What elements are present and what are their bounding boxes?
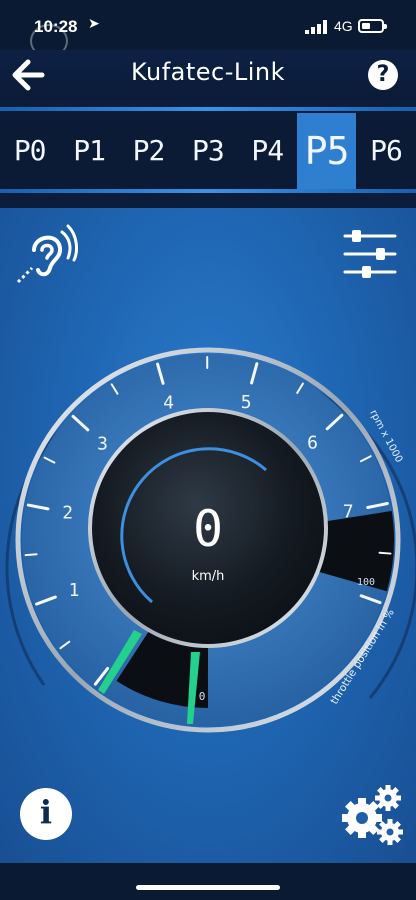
preset-bar-bottom-line	[0, 189, 416, 193]
throttle-max-label: 100	[357, 577, 375, 588]
preset-tab-p3[interactable]: P3	[178, 113, 237, 189]
throttle-min-label: 0	[199, 690, 206, 703]
gears-icon[interactable]	[336, 782, 406, 848]
hearing-icon[interactable]	[12, 220, 78, 286]
rpm-tick	[378, 551, 392, 555]
page-title: Kufatec-Link	[130, 58, 286, 86]
info-icon: i	[39, 793, 53, 831]
rpm-tick-label: 6	[307, 432, 318, 453]
preset-tabs: P0 P1 P2 P3 P4 P5 P6	[0, 113, 416, 189]
preset-bar: P0 P1 P2 P3 P4 P5 P6	[0, 100, 416, 208]
rpm-tick-label: 4	[163, 393, 174, 414]
preset-bar-top-line	[0, 107, 416, 111]
rpm-tick	[24, 553, 38, 557]
preset-tab-p2[interactable]: P2	[119, 113, 178, 189]
rpm-tick-label: 1	[69, 580, 80, 601]
signal-icon	[305, 20, 327, 34]
preset-tab-p0[interactable]: P0	[0, 113, 59, 189]
preset-tab-p5[interactable]: P5	[296, 113, 357, 189]
preset-tab-p1[interactable]: P1	[59, 113, 118, 189]
sliders-icon[interactable]	[342, 228, 398, 280]
speed-unit: km/h	[192, 569, 225, 584]
bottom-bar	[0, 863, 416, 900]
info-button[interactable]: i	[20, 788, 72, 840]
rpm-tick-label: 7	[343, 501, 354, 522]
help-icon[interactable]: ?	[368, 60, 398, 90]
status-time: 10:28	[34, 17, 78, 36]
battery-icon	[358, 19, 387, 33]
network-type: 4G	[334, 18, 353, 34]
rpm-tick-label: 5	[241, 392, 252, 413]
location-arrow-icon: ➤	[88, 16, 100, 32]
home-indicator[interactable]	[136, 885, 280, 890]
speed-gauge: 1234567 0 km/h 0 100 0 rpm x 1000 thrott…	[5, 347, 416, 733]
preset-tab-p4[interactable]: P4	[238, 113, 297, 189]
rpm-tick-label: 2	[62, 503, 73, 524]
status-bar: 10:28 ➤ 4G	[0, 0, 416, 58]
preset-tab-p6[interactable]: P6	[356, 113, 415, 189]
speed-value: 0	[193, 500, 223, 558]
rpm-tick-label: 3	[97, 433, 108, 454]
app-header: Kufatec-Link ?	[0, 50, 416, 100]
